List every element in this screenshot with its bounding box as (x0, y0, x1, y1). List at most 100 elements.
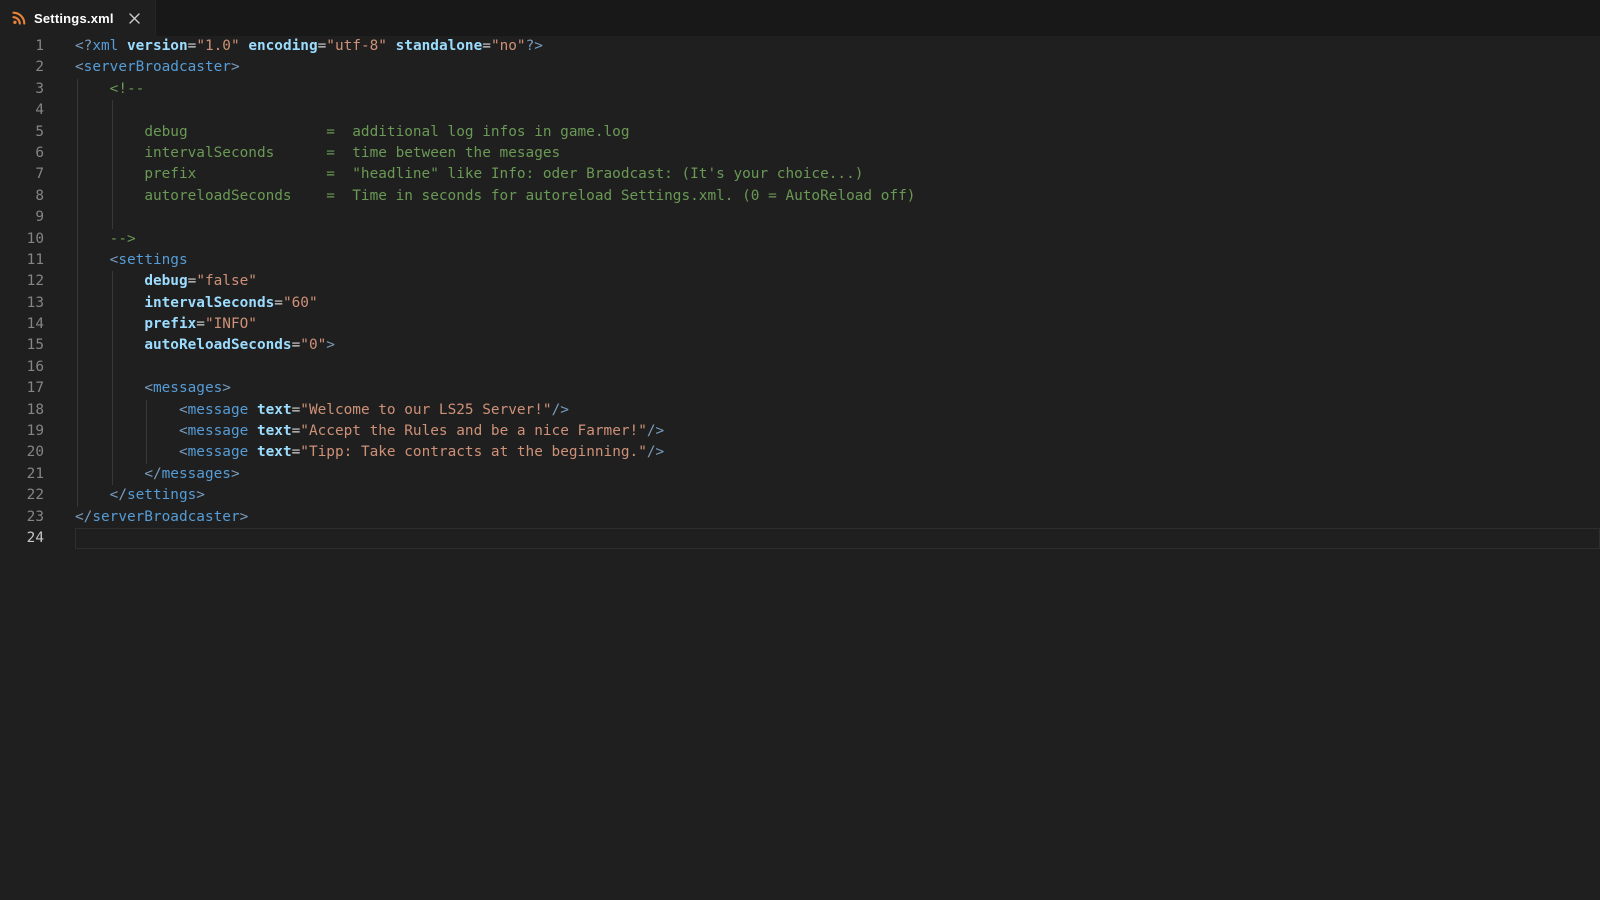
indent-guide (77, 314, 78, 335)
indent-guide (77, 186, 78, 207)
code-text: <!-- (44, 79, 1600, 100)
indent-guide (146, 442, 147, 463)
line-number: 16 (0, 357, 44, 378)
indent-guide (77, 378, 78, 399)
indent-guide (77, 421, 78, 442)
code-line[interactable]: 8 autoreloadSeconds = Time in seconds fo… (0, 186, 1600, 207)
code-line[interactable]: 2<serverBroadcaster> (0, 57, 1600, 78)
code-line[interactable]: 15 autoReloadSeconds="0"> (0, 335, 1600, 356)
code-line[interactable]: 13 intervalSeconds="60" (0, 293, 1600, 314)
code-line[interactable]: 11 <settings (0, 250, 1600, 271)
line-number: 6 (0, 143, 44, 164)
line-number: 2 (0, 57, 44, 78)
code-text: <messages> (44, 378, 1600, 399)
code-text: debug="false" (44, 271, 1600, 292)
code-text: </settings> (44, 485, 1600, 506)
code-line[interactable]: 12 debug="false" (0, 271, 1600, 292)
code-text: </serverBroadcaster> (44, 507, 1600, 528)
indent-guide (112, 400, 113, 421)
code-line[interactable]: 18 <message text="Welcome to our LS25 Se… (0, 400, 1600, 421)
code-line[interactable]: 16 (0, 357, 1600, 378)
code-text: autoReloadSeconds="0"> (44, 335, 1600, 356)
code-text (44, 357, 1600, 378)
indent-guide (77, 164, 78, 185)
indent-guide (112, 314, 113, 335)
tab-close-button[interactable] (125, 8, 145, 28)
code-text: <settings (44, 250, 1600, 271)
indent-guide (77, 293, 78, 314)
indent-guide (77, 271, 78, 292)
tab-settings-xml[interactable]: Settings.xml (0, 0, 156, 36)
indent-guide (77, 442, 78, 463)
indent-guide (77, 207, 78, 228)
line-number: 22 (0, 485, 44, 506)
code-text: <message text="Accept the Rules and be a… (44, 421, 1600, 442)
tab-bar: Settings.xml (0, 0, 1600, 36)
indent-guide (112, 442, 113, 463)
indent-guide (77, 122, 78, 143)
code-text: prefix = "headline" like Info: oder Brao… (44, 164, 1600, 185)
indent-guide (112, 271, 113, 292)
code-text: prefix="INFO" (44, 314, 1600, 335)
code-text (44, 528, 1600, 549)
line-number: 11 (0, 250, 44, 271)
code-line[interactable]: 23</serverBroadcaster> (0, 507, 1600, 528)
code-text: --> (44, 229, 1600, 250)
indent-guide (112, 207, 113, 228)
editor-pane[interactable]: 1<?xml version="1.0" encoding="utf-8" st… (0, 36, 1600, 900)
line-number: 23 (0, 507, 44, 528)
code-line[interactable]: 17 <messages> (0, 378, 1600, 399)
code-line[interactable]: 22 </settings> (0, 485, 1600, 506)
code-text: autoreloadSeconds = Time in seconds for … (44, 186, 1600, 207)
indent-guide (77, 100, 78, 121)
line-number: 1 (0, 36, 44, 57)
code-text: </messages> (44, 464, 1600, 485)
line-number: 9 (0, 207, 44, 228)
line-number: 15 (0, 335, 44, 356)
code-line[interactable]: 14 prefix="INFO" (0, 314, 1600, 335)
indent-guide (146, 421, 147, 442)
close-icon (129, 13, 140, 24)
code-line[interactable]: 6 intervalSeconds = time between the mes… (0, 143, 1600, 164)
line-number: 20 (0, 442, 44, 463)
indent-guide (77, 229, 78, 250)
line-number: 8 (0, 186, 44, 207)
code-line[interactable]: 24 (0, 528, 1600, 549)
code-line[interactable]: 3 <!-- (0, 79, 1600, 100)
indent-guide (77, 143, 78, 164)
tab-title: Settings.xml (34, 11, 114, 26)
indent-guide (77, 79, 78, 100)
line-number: 3 (0, 79, 44, 100)
indent-guide (146, 400, 147, 421)
code-line[interactable]: 19 <message text="Accept the Rules and b… (0, 421, 1600, 442)
code-lines: 1<?xml version="1.0" encoding="utf-8" st… (0, 36, 1600, 549)
code-line[interactable]: 4 (0, 100, 1600, 121)
code-text: debug = additional log infos in game.log (44, 122, 1600, 143)
code-line[interactable]: 20 <message text="Tipp: Take contracts a… (0, 442, 1600, 463)
code-line[interactable]: 5 debug = additional log infos in game.l… (0, 122, 1600, 143)
code-text: <message text="Welcome to our LS25 Serve… (44, 400, 1600, 421)
indent-guide (112, 122, 113, 143)
code-line[interactable]: 21 </messages> (0, 464, 1600, 485)
indent-guide (112, 164, 113, 185)
indent-guide (77, 485, 78, 506)
line-number: 24 (0, 528, 44, 549)
code-line[interactable]: 10 --> (0, 229, 1600, 250)
indent-guide (112, 100, 113, 121)
code-text: intervalSeconds = time between the mesag… (44, 143, 1600, 164)
line-number: 13 (0, 293, 44, 314)
code-text: <message text="Tipp: Take contracts at t… (44, 442, 1600, 463)
code-line[interactable]: 7 prefix = "headline" like Info: oder Br… (0, 164, 1600, 185)
line-number: 4 (0, 100, 44, 121)
line-number: 10 (0, 229, 44, 250)
code-text: <?xml version="1.0" encoding="utf-8" sta… (44, 36, 1600, 57)
code-text (44, 207, 1600, 228)
code-line[interactable]: 9 (0, 207, 1600, 228)
indent-guide (112, 186, 113, 207)
indent-guide (112, 143, 113, 164)
indent-guide (77, 250, 78, 271)
code-text: <serverBroadcaster> (44, 57, 1600, 78)
code-line[interactable]: 1<?xml version="1.0" encoding="utf-8" st… (0, 36, 1600, 57)
line-number: 17 (0, 378, 44, 399)
indent-guide (77, 335, 78, 356)
